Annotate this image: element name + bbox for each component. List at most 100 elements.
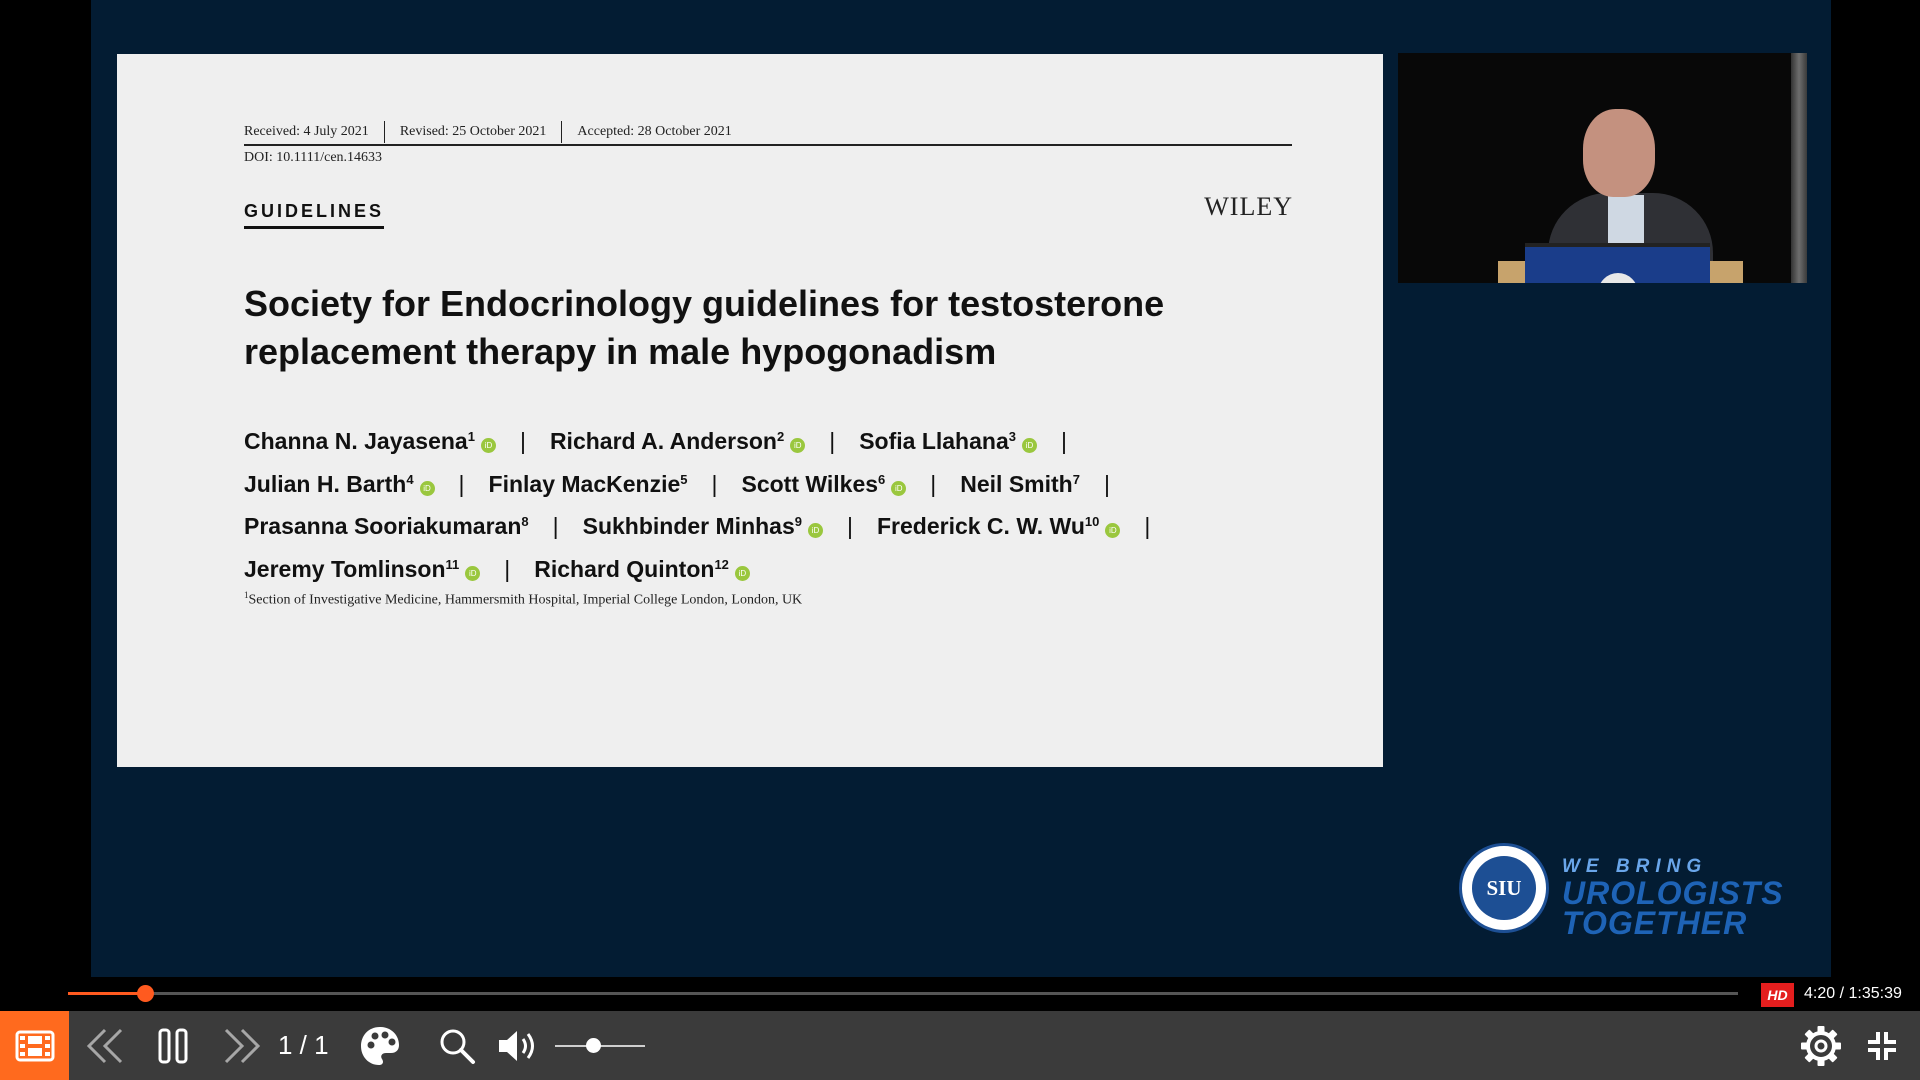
chapters-icon — [15, 1030, 54, 1061]
zoom-button[interactable] — [432, 1011, 482, 1080]
author-separator: | — [829, 428, 836, 454]
author-name: Richard A. Anderson — [549, 428, 777, 454]
curtain — [1791, 53, 1807, 283]
author-affiliation-number: 7 — [1072, 471, 1080, 487]
accepted-date: Accepted: 28 October 2021 — [577, 124, 732, 139]
volume-icon — [499, 1030, 534, 1061]
chapters-button[interactable] — [0, 1011, 69, 1080]
author-affiliation-number: 5 — [680, 471, 688, 487]
author: Richard A. Anderson2 iD — [549, 428, 806, 454]
orcid-icon[interactable]: iD — [419, 480, 435, 496]
slide: Received: 4 July 2021 Revised: 25 Octobe… — [117, 54, 1383, 767]
next-icon — [224, 1028, 261, 1063]
author: Channa N. Jayasena1 iD — [244, 428, 496, 454]
progress-played — [68, 992, 145, 995]
author-separator: | — [519, 428, 526, 454]
author-separator: | — [847, 513, 853, 539]
author-affiliation-number: 9 — [794, 514, 802, 529]
author: Frederick C. W. Wu10 iD — [876, 513, 1121, 539]
author: Julian H. Barth4 iD — [244, 471, 435, 497]
author: Prasanna Sooriakumaran8 — [244, 513, 529, 539]
author-name: Prasanna Sooriakumaran — [244, 513, 522, 539]
author-affiliation-number: 6 — [878, 471, 886, 487]
previous-icon — [86, 1028, 123, 1063]
settings-button[interactable] — [1796, 1011, 1846, 1080]
exit-fullscreen-button[interactable] — [1857, 1011, 1907, 1080]
orcid-icon[interactable]: iD — [808, 523, 823, 538]
pause-button[interactable] — [150, 1011, 196, 1080]
orcid-icon[interactable]: iD — [790, 438, 806, 453]
author-separator: | — [1060, 428, 1067, 454]
siu-logo: SIU — [1459, 843, 1549, 933]
volume-slider[interactable] — [555, 1038, 645, 1053]
author: Sukhbinder Minhas9 iD — [583, 513, 823, 539]
author-name: Neil Smith — [960, 470, 1073, 497]
author-name: Richard Quinton — [534, 555, 715, 582]
author-name: Finlay MacKenzie — [488, 470, 681, 497]
orcid-icon[interactable]: iD — [1105, 523, 1121, 538]
paper-title: Society for Endocrinology guidelines for… — [244, 280, 1244, 376]
orcid-icon[interactable]: iD — [891, 480, 907, 496]
author-separator: | — [552, 513, 559, 539]
author-separator: | — [1144, 513, 1151, 539]
author-name: Channa N. Jayasena — [244, 428, 468, 454]
author: Neil Smith7 — [960, 471, 1080, 497]
affiliation-text: Section of Investigative Medicine, Hamme… — [248, 592, 803, 608]
speaker-head — [1583, 109, 1655, 197]
exit-fullscreen-icon — [1868, 1031, 1896, 1060]
theme-palette-icon — [361, 1026, 399, 1065]
quality-badge[interactable]: HD — [1761, 983, 1794, 1007]
pause-icon — [158, 1028, 188, 1063]
author-separator: | — [458, 470, 465, 497]
author: Richard Quinton12 iD — [534, 556, 750, 582]
author-affiliation-number: 12 — [714, 556, 729, 572]
progress-bar[interactable] — [68, 985, 1738, 1002]
player-controls: 1 / 1 — [0, 1011, 1920, 1080]
siu-tagline: WE BRING UROLOGISTS TOGETHER — [1562, 856, 1784, 941]
volume-button[interactable] — [493, 1011, 543, 1080]
author-affiliation-number: 8 — [521, 514, 529, 529]
orcid-icon[interactable]: iD — [734, 565, 750, 581]
orcid-icon[interactable]: iD — [465, 565, 481, 581]
author-name: Sukhbinder Minhas — [582, 513, 795, 539]
title-line-1: Society for Endocrinology guidelines for… — [244, 283, 1165, 324]
author-name: Frederick C. W. Wu — [876, 513, 1085, 539]
author: Finlay MacKenzie5 — [489, 471, 688, 497]
tagline-line-2: UROLOGISTS — [1562, 875, 1784, 911]
title-line-2: replacement therapy in male hypogonadism — [244, 331, 997, 372]
author-list: Channa N. Jayasena1 iD | Richard A. Anderso… — [244, 418, 1304, 588]
doi: DOI: 10.1111/cen.14633 — [244, 150, 383, 165]
affiliation: 1Section of Investigative Medicine, Hamm… — [244, 590, 802, 609]
author-affiliation-number: 4 — [406, 471, 414, 487]
theme-button[interactable] — [355, 1011, 405, 1080]
zoom-icon — [440, 1029, 475, 1064]
author-affiliation-number: 1 — [467, 429, 475, 444]
author-separator: | — [930, 470, 937, 497]
author: Scott Wilkes6 iD — [741, 470, 907, 497]
author: Sofia Llahana3 iD — [859, 428, 1037, 454]
author-separator: | — [1103, 470, 1110, 497]
orcid-icon[interactable]: iD — [480, 438, 496, 453]
orcid-icon[interactable]: iD — [1021, 438, 1037, 453]
author-separator: | — [504, 555, 511, 582]
speaker-video[interactable] — [1398, 53, 1807, 283]
publication-dates: Received: 4 July 2021 Revised: 25 Octobe… — [244, 120, 1292, 146]
author-name: Scott Wilkes — [741, 470, 879, 497]
author-affiliation-number: 3 — [1008, 429, 1016, 444]
section-label: GUIDELINES — [244, 201, 385, 229]
tagline-line-3: TOGETHER — [1562, 905, 1748, 941]
author-affiliation-number: 10 — [1084, 514, 1100, 529]
siu-logo-text: SIU — [1472, 856, 1536, 920]
settings-icon — [1801, 1025, 1841, 1066]
page-counter: 1 / 1 — [278, 1030, 329, 1060]
volume-handle[interactable] — [585, 1038, 601, 1053]
author-name: Jeremy Tomlinson — [244, 555, 446, 582]
author-affiliation-number: 2 — [776, 429, 785, 444]
publisher-logo: WILEY — [1204, 192, 1293, 221]
previous-button[interactable] — [80, 1011, 130, 1080]
author-name: Sofia Llahana — [859, 428, 1009, 454]
progress-handle[interactable] — [136, 985, 154, 1002]
next-button[interactable] — [216, 1011, 268, 1080]
author-name: Julian H. Barth — [244, 470, 407, 497]
author: Jeremy Tomlinson11 iD — [244, 555, 481, 582]
